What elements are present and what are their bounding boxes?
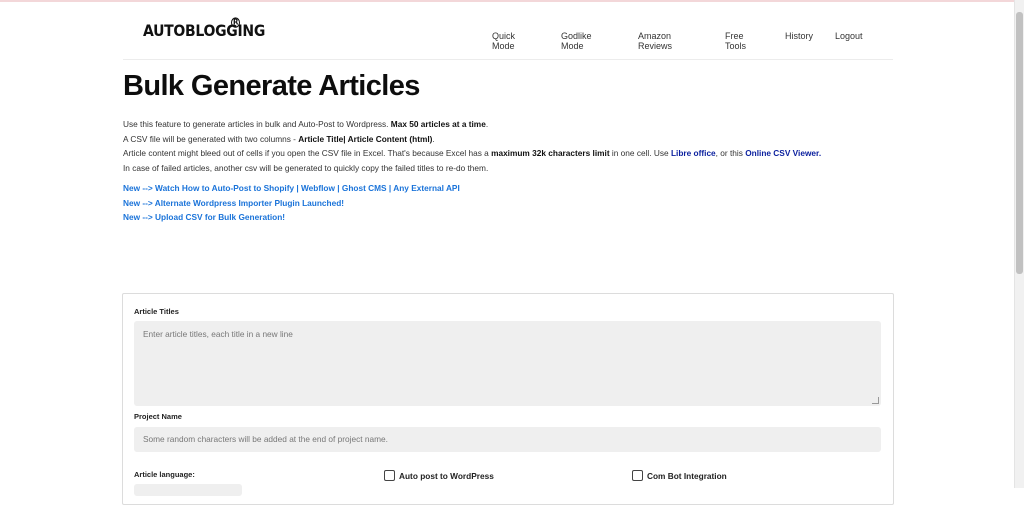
resize-handle-icon[interactable] <box>872 397 879 404</box>
checkbox-icon[interactable] <box>632 470 643 481</box>
com-bot-integration-label: Com Bot Integration <box>647 470 727 481</box>
nav-amazon-reviews[interactable]: Amazon Reviews <box>638 31 672 51</box>
article-titles-placeholder: Enter article titles, each title in a ne… <box>143 329 293 339</box>
header-divider <box>123 59 893 60</box>
nav-history[interactable]: History <box>785 31 813 41</box>
nav-godlike-mode[interactable]: Godlike Mode <box>561 31 592 51</box>
page-scrollbar[interactable] <box>1014 0 1024 488</box>
article-titles-textarea[interactable]: Enter article titles, each title in a ne… <box>134 321 881 406</box>
top-accent-line <box>0 0 1024 2</box>
libre-office-link[interactable]: Libre office <box>671 148 716 158</box>
project-name-placeholder: Some random characters will be added at … <box>143 434 388 444</box>
nav-free-tools[interactable]: Free Tools <box>725 31 746 51</box>
auto-post-wordpress-label: Auto post to WordPress <box>399 470 494 481</box>
project-name-label: Project Name <box>134 412 182 421</box>
bulk-generate-form: Article Titles Enter article titles, eac… <box>122 293 894 505</box>
project-name-input[interactable]: Some random characters will be added at … <box>134 427 881 452</box>
logo-text: AUTOBLOGGING <box>143 22 266 41</box>
com-bot-integration-checkbox[interactable]: Com Bot Integration <box>632 470 727 481</box>
desc-line-3: Article content might bleed out of cells… <box>123 148 822 158</box>
link-auto-post-shopify[interactable]: New --> Watch How to Auto-Post to Shopif… <box>123 181 460 196</box>
article-titles-label: Article Titles <box>134 307 179 316</box>
news-links: New --> Watch How to Auto-Post to Shopif… <box>123 181 460 225</box>
checkbox-icon[interactable] <box>384 470 395 481</box>
page-description: Use this feature to generate articles in… <box>123 117 893 175</box>
article-language-select[interactable] <box>134 484 242 496</box>
article-language-label: Article language: <box>134 470 195 479</box>
online-csv-viewer-link[interactable]: Online CSV Viewer. <box>745 148 821 158</box>
desc-line-4: In case of failed articles, another csv … <box>123 162 489 173</box>
link-wordpress-importer-plugin[interactable]: New --> Alternate Wordpress Importer Plu… <box>123 196 460 211</box>
page-title: Bulk Generate Articles <box>123 70 420 102</box>
nav-quick-mode[interactable]: Quick Mode <box>492 31 515 51</box>
nav-logout[interactable]: Logout <box>835 31 863 41</box>
scrollbar-thumb[interactable] <box>1016 12 1023 274</box>
link-upload-csv[interactable]: New --> Upload CSV for Bulk Generation! <box>123 210 460 225</box>
desc-line-2: A CSV file will be generated with two co… <box>123 133 435 144</box>
auto-post-wordpress-checkbox[interactable]: Auto post to WordPress <box>384 470 494 481</box>
registered-mark-icon: R <box>231 17 240 28</box>
autoblogging-logo[interactable]: AUTOBLOGGING R <box>143 17 266 41</box>
desc-line-1: Use this feature to generate articles in… <box>123 119 489 129</box>
